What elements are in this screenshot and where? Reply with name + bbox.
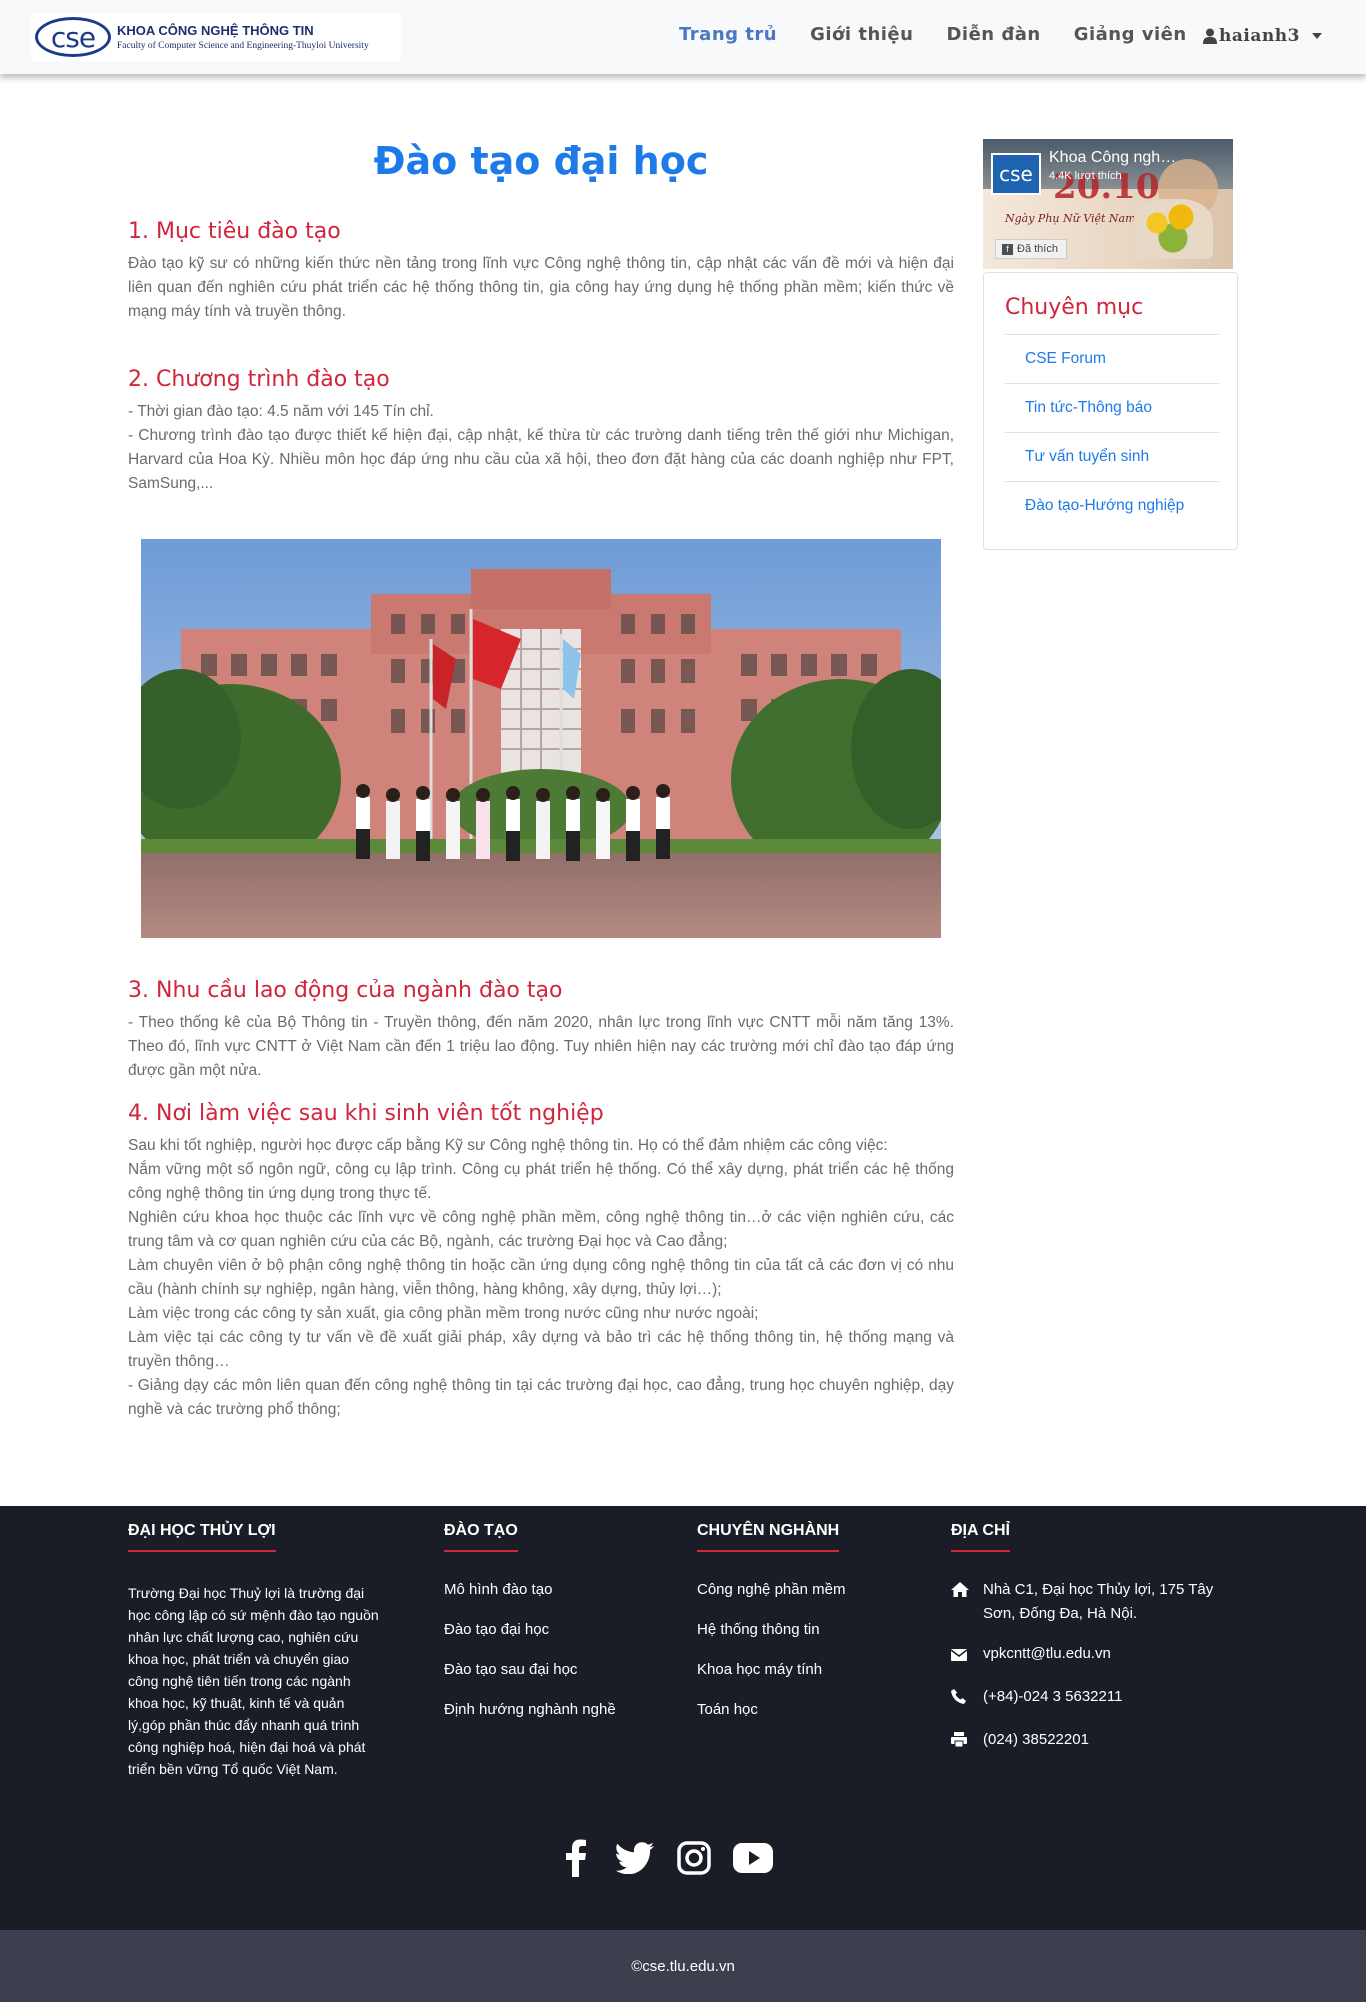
footer: ĐẠI HỌC THỦY LỢI Trường Đại học Thuỷ lợi… bbox=[0, 1506, 1366, 1930]
footer-link[interactable]: Hệ thống thông tin bbox=[697, 1618, 917, 1642]
facebook-page-widget[interactable]: 20.10 Ngày Phụ Nữ Việt Nam cse Khoa Công… bbox=[983, 139, 1233, 269]
fb-page-logo: cse bbox=[991, 153, 1041, 195]
category-item-training[interactable]: Đào tạo-Hướng nghiệp bbox=[1005, 481, 1219, 530]
footer-about: ĐẠI HỌC THỦY LỢI Trường Đại học Thuỷ lợi… bbox=[128, 1522, 383, 1780]
logo-subtitle: Faculty of Computer Science and Engineer… bbox=[117, 41, 369, 51]
footer-majors-heading: CHUYÊN NGHÀNH bbox=[697, 1522, 840, 1552]
fb-banner-caption: Ngày Phụ Nữ Việt Nam bbox=[1005, 212, 1136, 225]
facebook-icon: f bbox=[1002, 243, 1013, 255]
section-text: Đào tạo kỹ sư có những kiến thức nền tản… bbox=[128, 255, 954, 320]
category-item-cse-forum[interactable]: CSE Forum bbox=[1005, 334, 1219, 383]
fb-page-name[interactable]: Khoa Công ngh… bbox=[1049, 149, 1176, 167]
footer-link[interactable]: Công nghệ phần mềm bbox=[697, 1578, 917, 1602]
section-text: Làm việc tại các công ty tư vấn về đề xu… bbox=[128, 1329, 954, 1370]
section-labor-demand: 3. Nhu cầu lao động của ngành đào tạo - … bbox=[128, 978, 954, 1083]
user-icon bbox=[1203, 28, 1217, 44]
footer-training-heading: ĐÀO TẠO bbox=[444, 1522, 518, 1552]
username: haianh3 bbox=[1219, 26, 1300, 46]
section-heading: 4. Nơi làm việc sau khi sinh viên tốt ng… bbox=[128, 1101, 604, 1126]
footer-address-heading: ĐỊA CHỈ bbox=[951, 1522, 1010, 1552]
section-text: Sau khi tốt nghiệp, người học được cấp b… bbox=[128, 1137, 888, 1154]
footer-address: ĐỊA CHỈ Nhà C1, Đại học Thủy lợi, 175 Tâ… bbox=[950, 1522, 1221, 1771]
address-row: Nhà C1, Đại học Thủy lợi, 175 Tây Sơn, Đ… bbox=[951, 1578, 1221, 1626]
chevron-down-icon bbox=[1311, 33, 1322, 39]
section-text: Nắm vững một số ngôn ngữ, công cụ lập tr… bbox=[128, 1161, 954, 1202]
category-panel: Chuyên mục CSE Forum Tin tức-Thông báo T… bbox=[983, 272, 1238, 550]
facebook-icon[interactable] bbox=[556, 1838, 596, 1878]
logo-title: KHOA CÔNG NGHỆ THÔNG TIN bbox=[117, 23, 314, 38]
footer-link[interactable]: Đào tạo sau đại học bbox=[444, 1658, 634, 1682]
address-text: Nhà C1, Đại học Thủy lợi, 175 Tây Sơn, Đ… bbox=[983, 1581, 1214, 1622]
nav-forum[interactable]: Diễn đàn bbox=[946, 24, 1040, 45]
footer-link[interactable]: Mô hình đào tạo bbox=[444, 1578, 634, 1602]
phone-row: (+84)-024 3 5632211 bbox=[951, 1685, 1221, 1712]
logo-text: KHOA CÔNG NGHỆ THÔNG TIN Faculty of Comp… bbox=[117, 23, 369, 51]
section-text: - Theo thống kê của Bộ Thông tin - Truyề… bbox=[128, 1014, 954, 1079]
section-text: - Chương trình đào tạo được thiết kế hiệ… bbox=[128, 427, 954, 492]
campus-photo-illustration bbox=[141, 539, 941, 938]
section-text: - Thời gian đào tạo: 4.5 năm với 145 Tín… bbox=[128, 403, 434, 420]
category-list: CSE Forum Tin tức-Thông báo Tư vấn tuyển… bbox=[1005, 334, 1219, 530]
footer-link[interactable]: Khoa học máy tính bbox=[697, 1658, 917, 1682]
main-nav: Trang trủ Giới thiệu Diễn đàn Giảng viên bbox=[679, 24, 1220, 45]
fb-like-label: Đã thích bbox=[1017, 243, 1058, 255]
phone-text: (+84)-024 3 5632211 bbox=[983, 1688, 1123, 1705]
fax-row: (024) 38522201 bbox=[951, 1728, 1221, 1755]
nav-home[interactable]: Trang trủ bbox=[679, 24, 777, 45]
footer-link[interactable]: Toán học bbox=[697, 1698, 917, 1722]
copyright-text: ©cse.tlu.edu.vn bbox=[631, 1957, 735, 1975]
section-heading: 1. Mục tiêu đào tạo bbox=[128, 219, 341, 244]
instagram-icon[interactable] bbox=[674, 1838, 714, 1878]
fax-text: (024) 38522201 bbox=[983, 1731, 1089, 1748]
section-text: Làm chuyên viên ở bộ phận công nghệ thôn… bbox=[128, 1257, 954, 1298]
section-text: Nghiên cứu khoa học thuộc các lĩnh vực v… bbox=[128, 1209, 954, 1250]
campus-photo bbox=[141, 539, 941, 938]
print-icon bbox=[951, 1728, 983, 1755]
email-row: vpkcntt@tlu.edu.vn bbox=[950, 1642, 1221, 1669]
nav-about[interactable]: Giới thiệu bbox=[810, 24, 913, 45]
nav-lecturers[interactable]: Giảng viên bbox=[1074, 24, 1187, 45]
logo-mark: cse bbox=[35, 17, 111, 57]
copyright-bar: ©cse.tlu.edu.vn bbox=[0, 1930, 1366, 2002]
social-links bbox=[556, 1838, 792, 1878]
twitter-icon[interactable] bbox=[615, 1838, 655, 1878]
envelope-icon bbox=[950, 1642, 983, 1669]
section-program: 2. Chương trình đào tạo - Thời gian đào … bbox=[128, 367, 954, 496]
footer-link[interactable]: Đào tạo đại học bbox=[444, 1618, 634, 1642]
section-text: - Giảng dạy các môn liên quan đến công n… bbox=[128, 1377, 954, 1418]
footer-link[interactable]: Định hướng nghành nghề bbox=[444, 1698, 634, 1722]
category-item-news[interactable]: Tin tức-Thông báo bbox=[1005, 383, 1219, 432]
section-heading: 2. Chương trình đào tạo bbox=[128, 367, 390, 392]
section-careers: 4. Nơi làm việc sau khi sinh viên tốt ng… bbox=[128, 1101, 954, 1422]
footer-majors: CHUYÊN NGHÀNH Công nghệ phần mềm Hệ thốn… bbox=[697, 1522, 917, 1738]
category-title: Chuyên mục bbox=[1005, 295, 1144, 320]
youtube-icon[interactable] bbox=[733, 1838, 773, 1878]
category-item-admissions[interactable]: Tư vấn tuyển sinh bbox=[1005, 432, 1219, 481]
footer-about-heading: ĐẠI HỌC THỦY LỢI bbox=[128, 1522, 276, 1552]
navbar: cse KHOA CÔNG NGHỆ THÔNG TIN Faculty of … bbox=[0, 0, 1366, 74]
page-title: Đào tạo đại học bbox=[373, 139, 709, 183]
email-text[interactable]: vpkcntt@tlu.edu.vn bbox=[983, 1642, 1111, 1666]
user-menu[interactable]: haianh3 bbox=[1203, 26, 1322, 46]
home-icon bbox=[951, 1578, 983, 1605]
section-heading: 3. Nhu cầu lao động của ngành đào tạo bbox=[128, 978, 563, 1003]
section-text: Làm việc trong các công ty sản xuất, gia… bbox=[128, 1305, 759, 1322]
section-objectives: 1. Mục tiêu đào tạo Đào tạo kỹ sư có nhữ… bbox=[128, 219, 954, 324]
footer-about-text: Trường Đại học Thuỷ lợi là trường đại họ… bbox=[128, 1585, 379, 1777]
phone-icon bbox=[951, 1685, 983, 1712]
fb-like-count: 4.4K lượt thích bbox=[1049, 170, 1122, 182]
footer-training: ĐÀO TẠO Mô hình đào tạo Đào tạo đại học … bbox=[444, 1522, 634, 1738]
fb-like-button[interactable]: f Đã thích bbox=[995, 239, 1067, 259]
site-logo[interactable]: cse KHOA CÔNG NGHỆ THÔNG TIN Faculty of … bbox=[31, 13, 401, 61]
